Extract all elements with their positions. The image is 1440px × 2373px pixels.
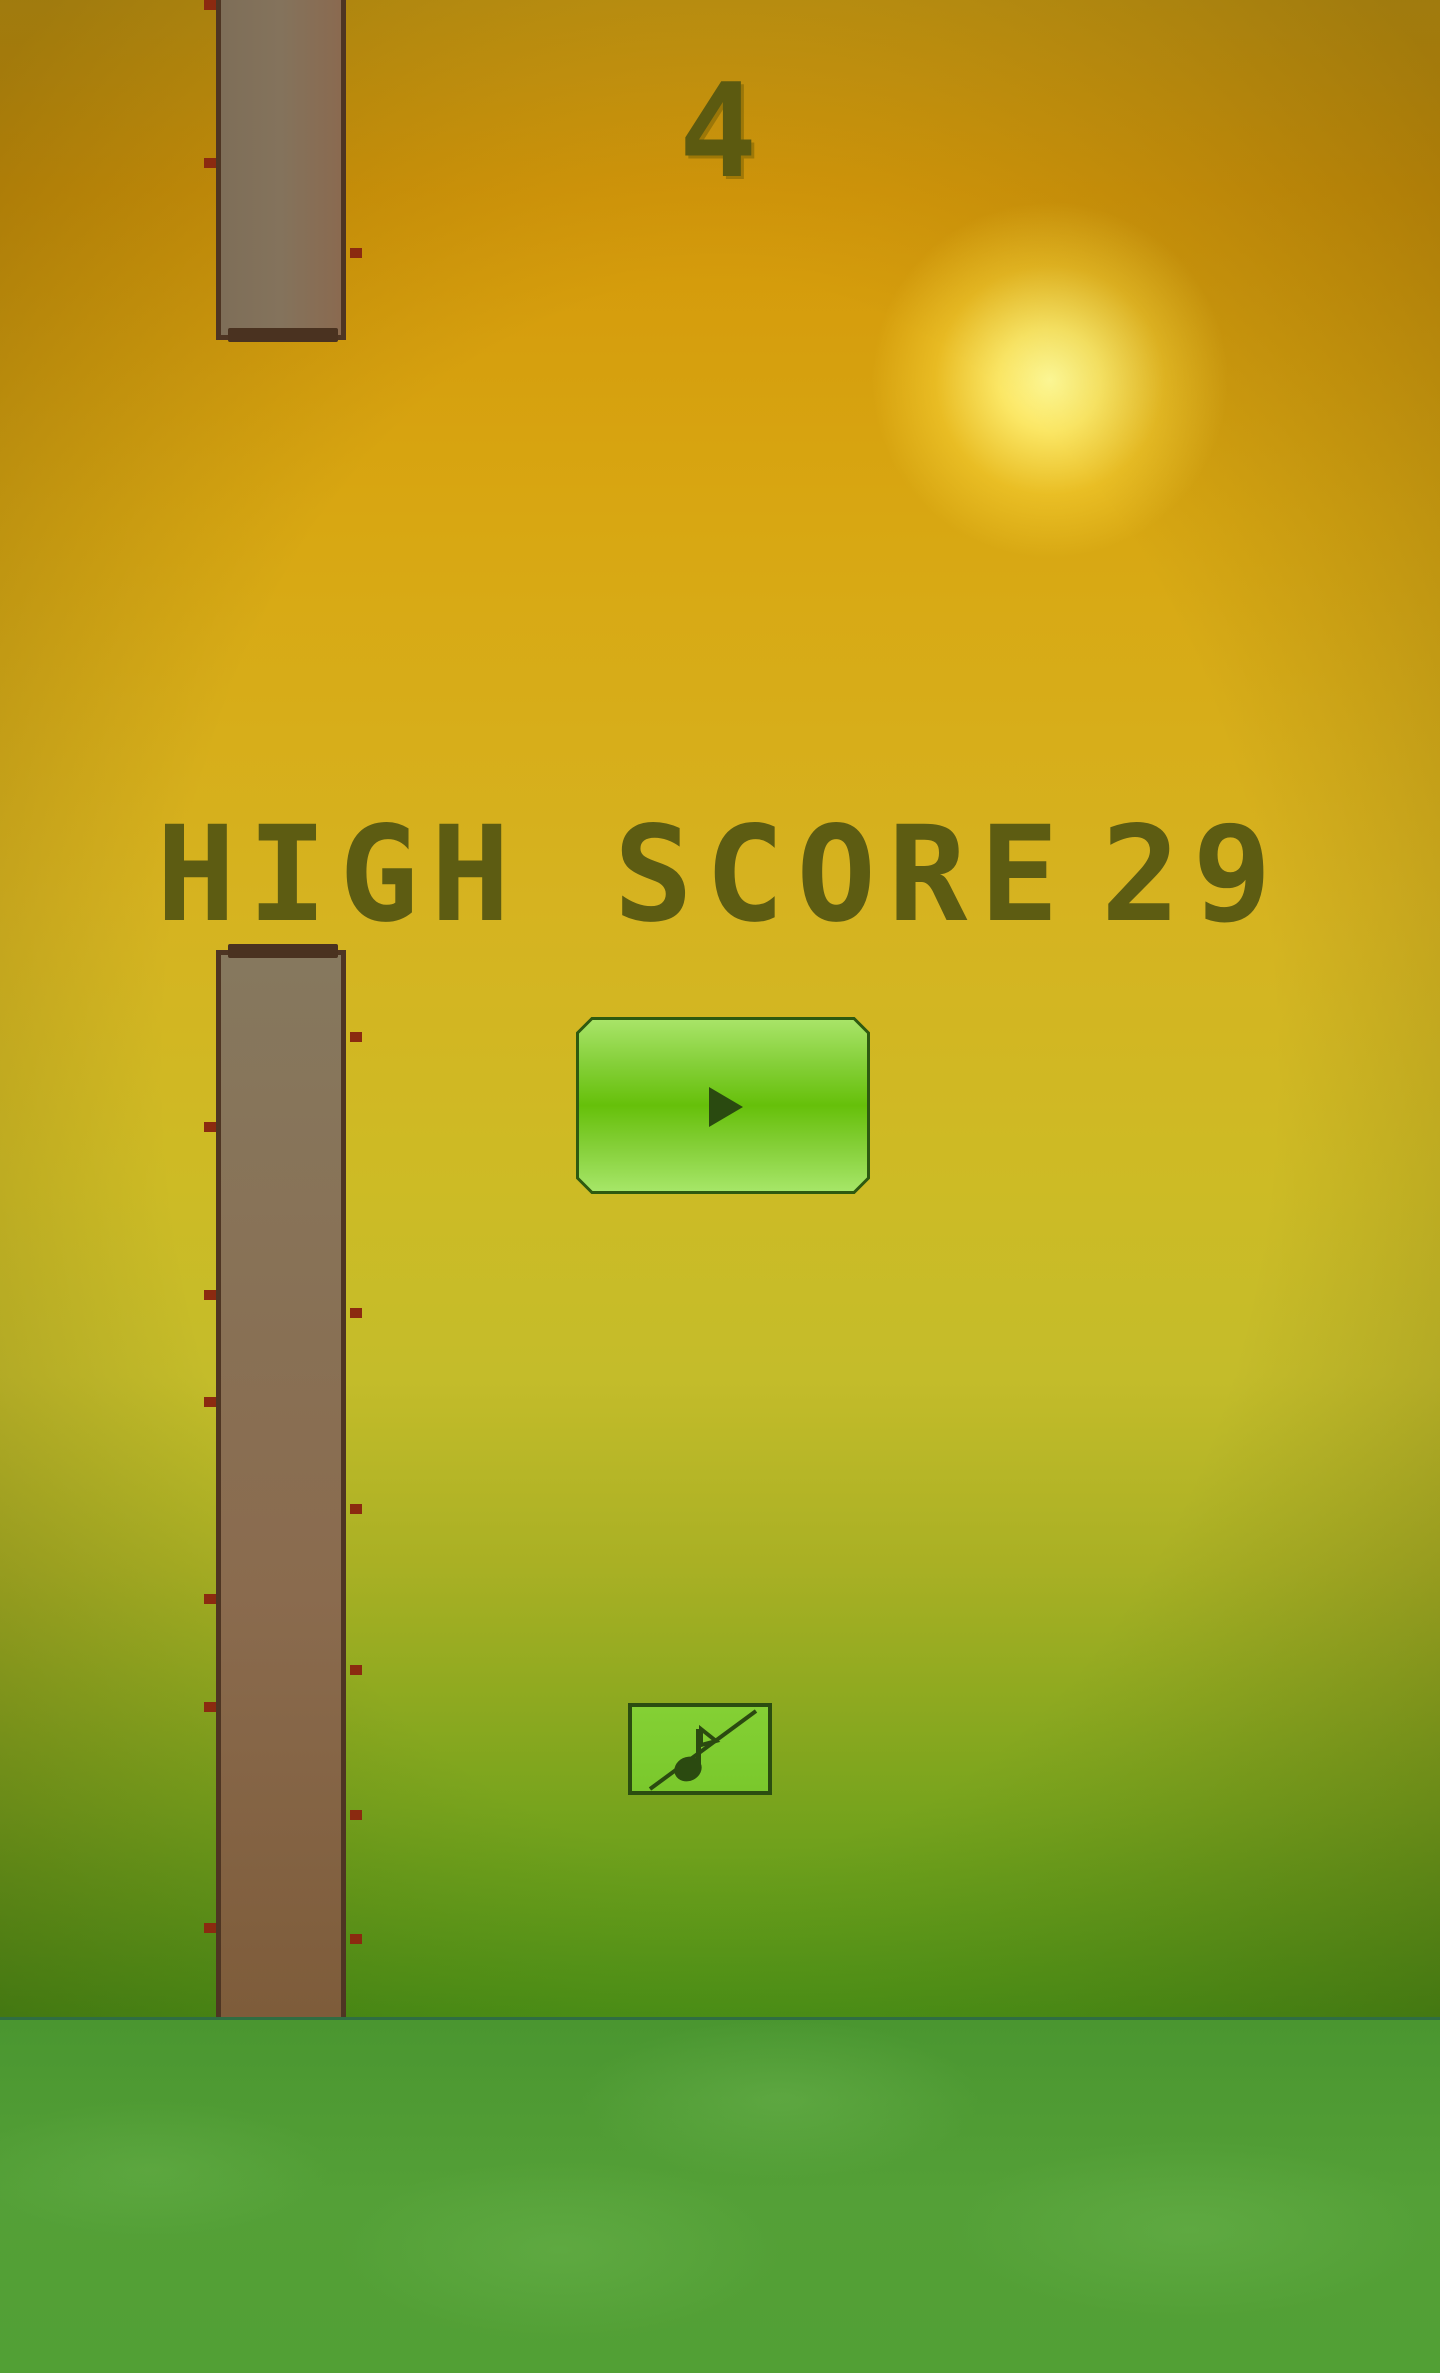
pipe-thorn <box>204 1923 216 1933</box>
high-score: HIGH SCORE 29 <box>0 805 1440 945</box>
play-button[interactable] <box>576 1017 870 1194</box>
top-pipe-cap <box>228 328 338 342</box>
bottom-pipe <box>216 950 346 2025</box>
pipe-thorn <box>204 1594 216 1604</box>
high-score-value: 29 <box>1100 798 1284 952</box>
pipe-thorn <box>204 1122 216 1132</box>
sound-toggle-button[interactable] <box>628 1703 772 1795</box>
pipe-thorn <box>204 1397 216 1407</box>
pipe-thorn <box>204 1290 216 1300</box>
pipe-thorn <box>350 1504 362 1514</box>
pipe-thorn <box>350 1810 362 1820</box>
muted-sound-icon <box>648 1709 758 1791</box>
pipe-thorn <box>350 248 362 258</box>
play-icon <box>709 1087 743 1127</box>
current-score: 4 <box>678 55 762 207</box>
pipe-thorn <box>350 1934 362 1944</box>
high-score-label: HIGH SCORE <box>156 798 1071 952</box>
pipe-thorn <box>350 1032 362 1042</box>
pipe-thorn <box>350 1308 362 1318</box>
sun <box>870 200 1230 560</box>
pipe-thorn <box>204 0 216 10</box>
ground <box>0 2020 1440 2373</box>
game-screen[interactable]: 4 HIGH SCORE 29 <box>0 0 1440 2373</box>
pipe-thorn <box>350 1665 362 1675</box>
pipe-thorn <box>204 1702 216 1712</box>
